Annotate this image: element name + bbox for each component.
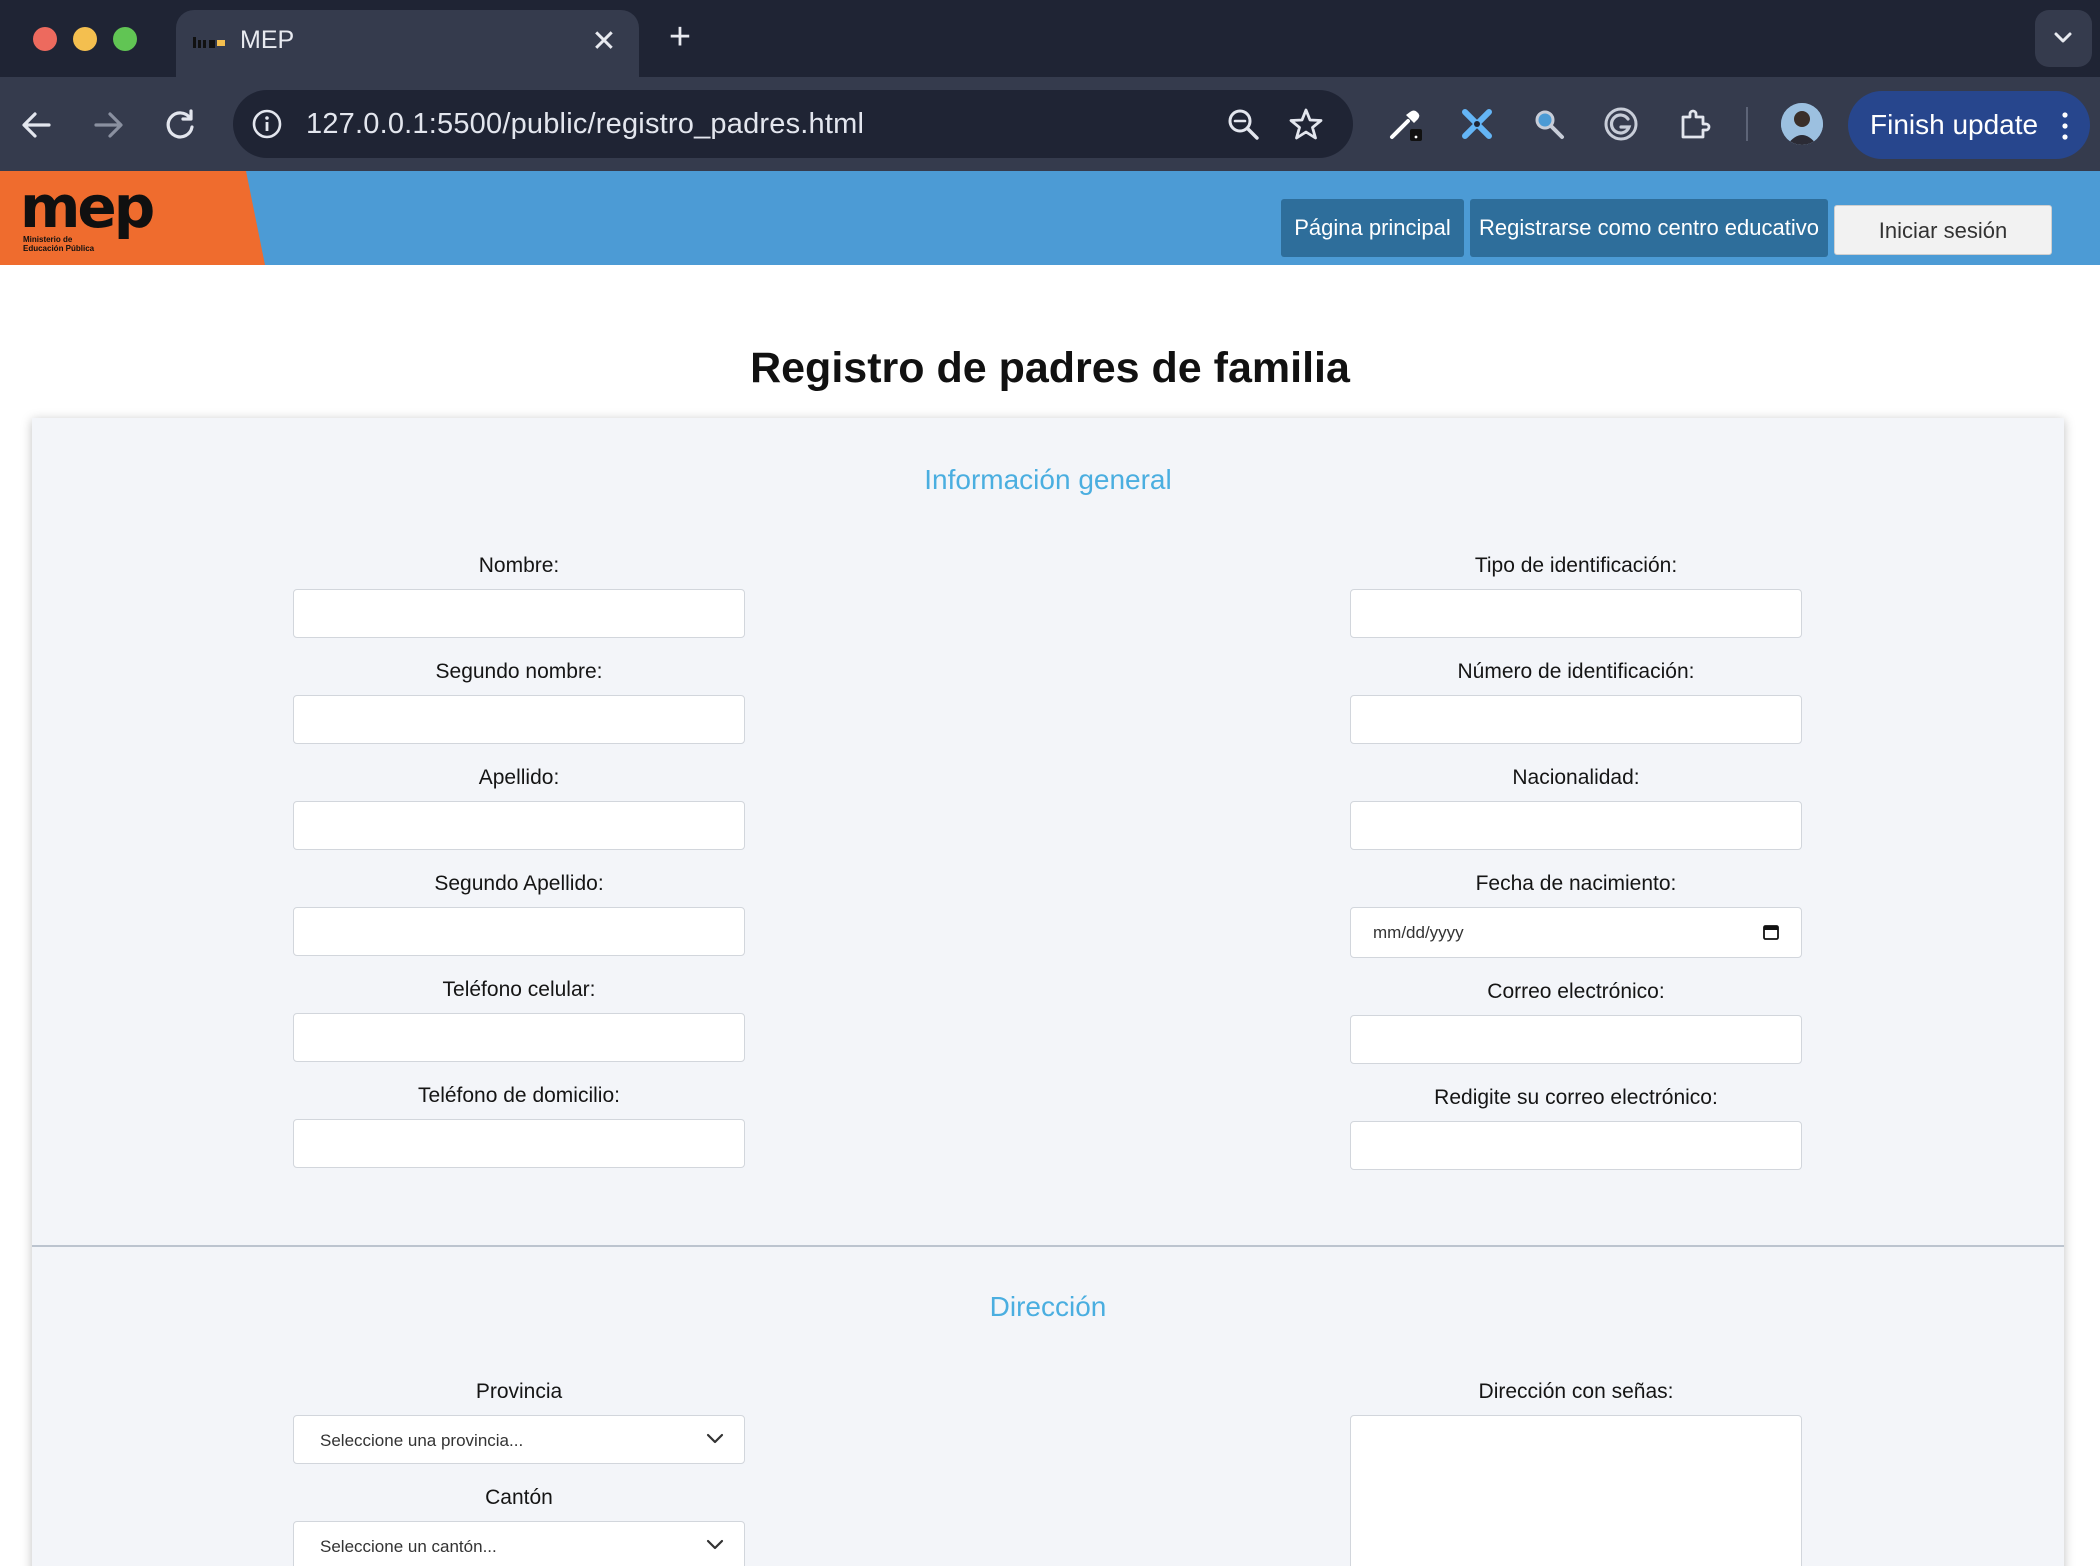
province-label: Provincia [475, 1380, 563, 1403]
section-title-general: Información general [924, 464, 1172, 495]
arrow-right-icon [94, 112, 123, 138]
site-info-icon[interactable] [251, 108, 283, 140]
birth-date-placeholder: mm/dd/yyyy [1373, 923, 1464, 942]
page-title: Registro de padres de familia [750, 344, 1350, 392]
bookmark-star-icon[interactable] [1288, 106, 1324, 142]
section-divider [32, 1245, 2064, 1247]
browser-tab-strip: MEP ✕ + [0, 0, 2100, 77]
more-vertical-icon [2062, 112, 2068, 140]
last-name-label: Apellido: [478, 766, 560, 789]
canton-label: Cantón [485, 1486, 553, 1509]
id-number-label: Número de identificación: [1457, 660, 1695, 683]
email-label: Correo electrónico: [1487, 980, 1665, 1003]
id-type-input[interactable] [1350, 589, 1802, 638]
new-tab-plus-icon[interactable]: + [663, 18, 697, 56]
eyedropper-extension-icon[interactable] [1386, 105, 1424, 143]
window-zoom-button[interactable] [113, 27, 137, 51]
canton-select[interactable]: Seleccione un cantón... [293, 1521, 745, 1566]
mep-logo[interactable]: mep Ministerio de Educación Pública [0, 171, 265, 265]
home-phone-label: Teléfono de domicilio: [418, 1084, 620, 1107]
site-header: mep Ministerio de Educación Pública Pági… [0, 171, 2100, 265]
id-number-input[interactable] [1350, 695, 1802, 744]
directions-textarea[interactable] [1350, 1415, 1802, 1566]
mep-favicon-icon [193, 37, 225, 48]
province-select[interactable]: Seleccione una provincia... [293, 1415, 745, 1464]
magnifier-extension-icon[interactable] [1530, 105, 1568, 143]
second-name-input[interactable] [293, 695, 745, 744]
toolbar-separator [1746, 107, 1748, 141]
mobile-phone-label: Teléfono celular: [442, 978, 596, 1001]
home-nav-button[interactable]: Página principal [1281, 199, 1464, 257]
canton-selected-value: Seleccione un cantón... [320, 1537, 497, 1556]
home-phone-input[interactable] [293, 1119, 745, 1168]
chevron-down-icon [706, 1539, 724, 1550]
nationality-label: Nacionalidad: [1512, 766, 1640, 789]
back-button[interactable] [13, 101, 61, 149]
address-bar[interactable]: 127.0.0.1:5500/public/registro_padres.ht… [233, 90, 1353, 158]
first-name-input[interactable] [293, 589, 745, 638]
second-name-label: Segundo nombre: [435, 660, 603, 683]
confirm-email-label: Redigite su correo electrónico: [1434, 1086, 1718, 1109]
reload-button[interactable] [156, 101, 204, 149]
calendar-icon[interactable] [1763, 924, 1779, 940]
confirm-email-input[interactable] [1350, 1121, 1802, 1170]
logo-subtitle: Ministerio de Educación Pública [23, 235, 95, 253]
login-button[interactable]: Iniciar sesión [1834, 205, 2052, 255]
second-last-name-label: Segundo Apellido: [434, 872, 604, 895]
tab-title: MEP [240, 26, 295, 54]
first-name-label: Nombre: [478, 554, 560, 577]
email-input[interactable] [1350, 1015, 1802, 1064]
province-selected-value: Seleccione una provincia... [320, 1431, 524, 1450]
zoom-icon[interactable] [1226, 107, 1260, 141]
forward-button[interactable] [84, 101, 132, 149]
last-name-input[interactable] [293, 801, 745, 850]
finish-update-label: Finish update [1870, 109, 2039, 140]
logo-text: mep [20, 173, 155, 241]
browser-tab-active[interactable]: MEP ✕ [176, 10, 639, 77]
browser-toolbar: 127.0.0.1:5500/public/registro_padres.ht… [0, 77, 2100, 171]
tab-search-button[interactable] [2035, 10, 2092, 67]
reload-icon [166, 109, 194, 139]
chevron-down-icon [2054, 32, 2072, 43]
second-last-name-input[interactable] [293, 907, 745, 956]
id-type-label: Tipo de identificación: [1474, 554, 1678, 577]
grammarly-extension-icon[interactable] [1602, 105, 1640, 143]
profile-avatar[interactable] [1781, 103, 1823, 145]
directions-label: Dirección con señas: [1478, 1380, 1674, 1403]
tools-extension-icon[interactable] [1458, 105, 1496, 143]
section-title-address: Dirección [989, 1291, 1107, 1322]
arrow-left-icon [22, 112, 51, 138]
register-center-button[interactable]: Registrarse como centro educativo [1470, 199, 1828, 257]
extensions-puzzle-icon[interactable] [1676, 105, 1714, 143]
nationality-input[interactable] [1350, 801, 1802, 850]
chevron-down-icon [706, 1433, 724, 1444]
birth-date-input[interactable]: mm/dd/yyyy [1350, 907, 1802, 958]
registration-form-card: Información general Nombre: Segundo nomb… [32, 418, 2064, 1566]
birth-date-label: Fecha de nacimiento: [1475, 872, 1677, 895]
avatar-icon [1781, 103, 1823, 145]
finish-update-button[interactable]: Finish update [1848, 91, 2090, 159]
mobile-phone-input[interactable] [293, 1013, 745, 1062]
window-minimize-button[interactable] [73, 27, 97, 51]
tab-close-icon[interactable]: ✕ [589, 27, 619, 57]
url-text[interactable]: 127.0.0.1:5500/public/registro_padres.ht… [306, 106, 864, 142]
window-close-button[interactable] [33, 27, 57, 51]
